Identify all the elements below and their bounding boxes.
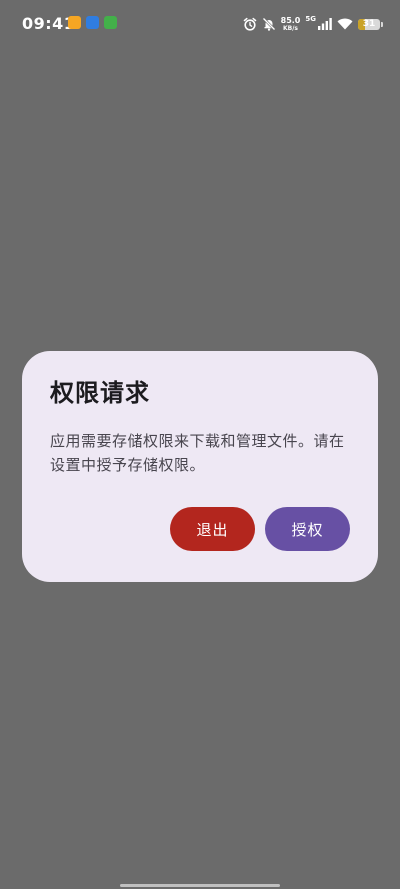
network-type: 5G (305, 15, 316, 23)
wifi-icon (337, 18, 353, 30)
dialog-message: 应用需要存储权限来下载和管理文件。请在设置中授予存储权限。 (50, 432, 345, 474)
grant-button[interactable]: 授权 (265, 507, 350, 551)
battery-icon: 31 (358, 18, 383, 30)
notification-icons (68, 16, 117, 29)
notification-app-icon-orange (68, 16, 81, 29)
dialog-actions: 退出 授权 (170, 507, 350, 551)
dialog-title: 权限请求 (50, 379, 150, 407)
mute-bell-icon (262, 17, 276, 31)
permission-dialog: 权限请求 应用需要存储权限来下载和管理文件。请在设置中授予存储权限。 退出 授权 (22, 351, 378, 582)
signal-icon (318, 18, 332, 30)
notification-app-icon-blue (86, 16, 99, 29)
network-speed: 85.0 KB/s (280, 15, 301, 32)
exit-button[interactable]: 退出 (170, 507, 255, 551)
battery-level: 31 (362, 19, 376, 29)
home-indicator[interactable] (120, 884, 280, 887)
network-speed-value: 85.0 (280, 15, 301, 25)
network-speed-unit: KB/s (283, 24, 298, 32)
notification-app-icon-green (104, 16, 117, 29)
alarm-icon (243, 17, 257, 31)
status-indicators: 85.0 KB/s 5G 31 (243, 14, 383, 34)
status-bar: 09:41 85.0 KB/s 5G 31 (0, 0, 400, 48)
